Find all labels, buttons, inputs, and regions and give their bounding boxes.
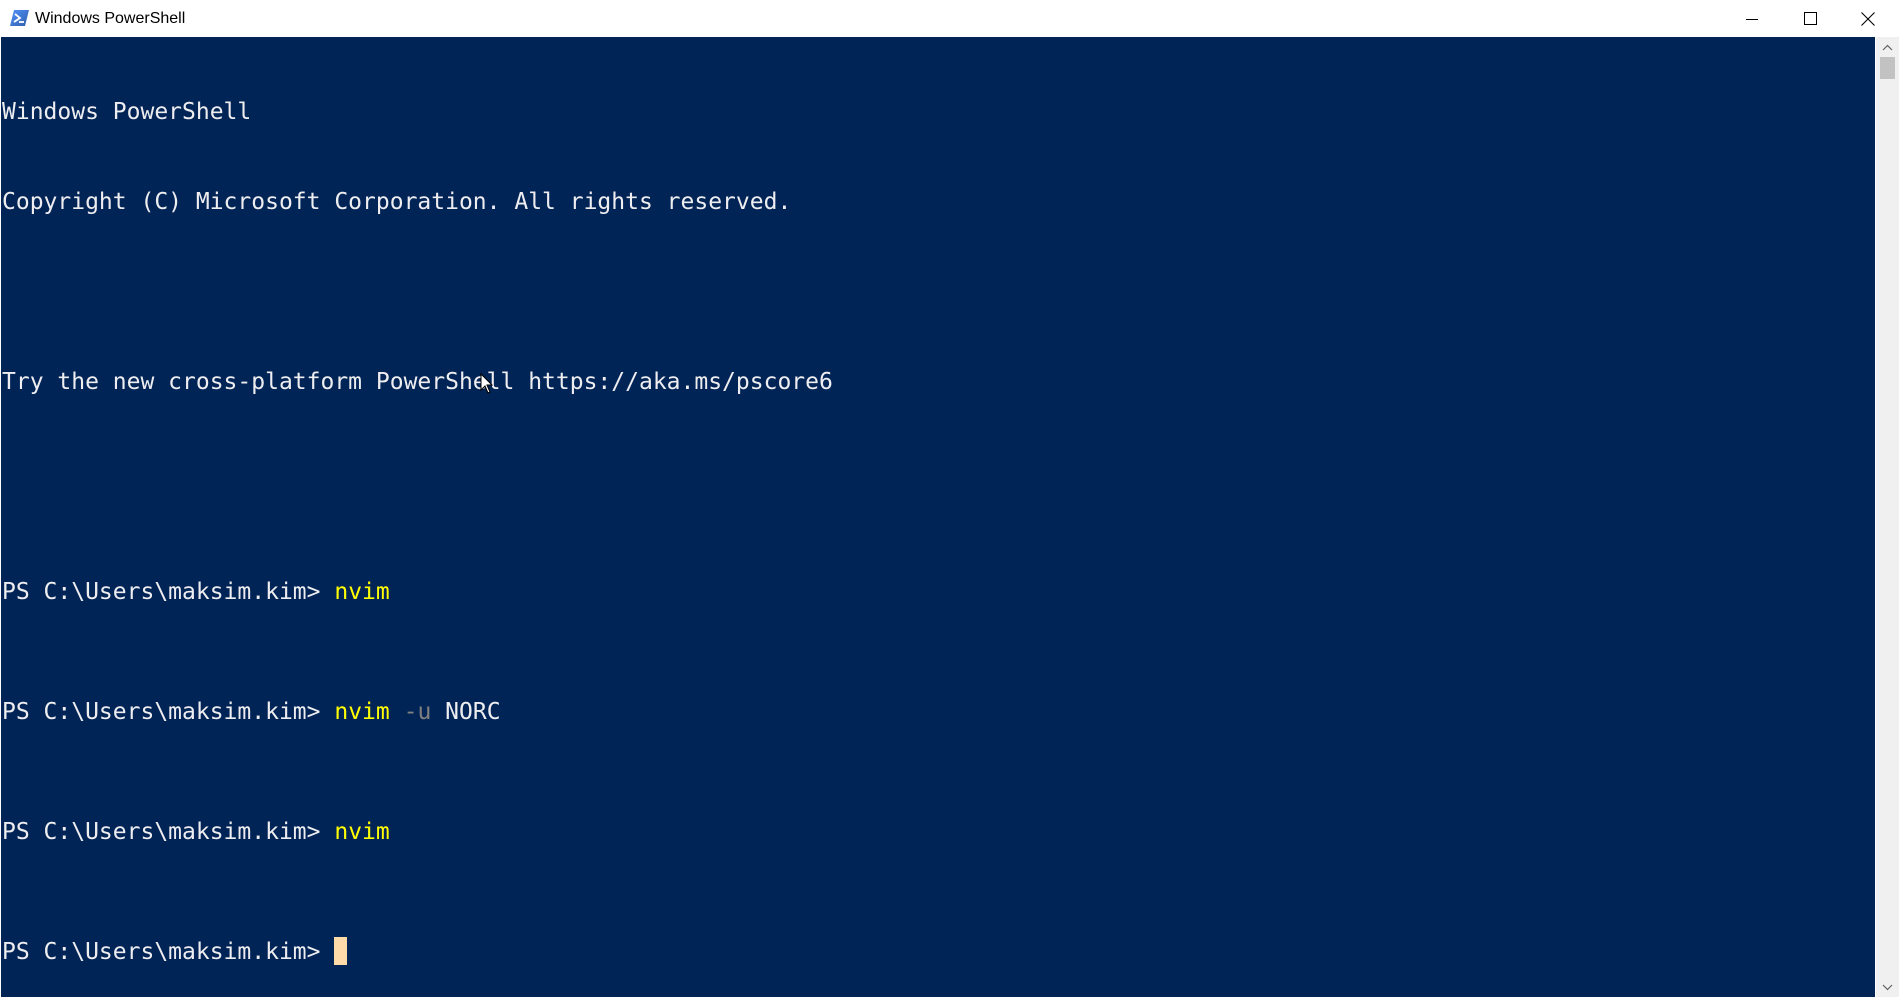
console-output: Windows PowerShell Copyright (C) Microso…	[2, 37, 833, 997]
parameter: -u	[403, 699, 432, 725]
vertical-scrollbar[interactable]	[1876, 37, 1899, 997]
console-area[interactable]: Windows PowerShell Copyright (C) Microso…	[1, 37, 1875, 997]
scroll-down-button[interactable]	[1876, 977, 1899, 997]
command: nvim	[334, 579, 390, 605]
prompt: PS C:\Users\maksim.kim>	[2, 579, 335, 605]
prompt: PS C:\Users\maksim.kim>	[2, 939, 335, 965]
argument: NORC	[445, 699, 501, 725]
history-line: PS C:\Users\maksim.kim> nvim -u NORC	[2, 697, 833, 727]
maximize-icon	[1803, 12, 1817, 25]
scroll-up-arrow-icon	[1882, 38, 1893, 56]
powershell-window: Windows PowerShell Windows PowerShell Co…	[0, 0, 1899, 999]
pscore-hint-line: Try the new cross-platform PowerShell ht…	[2, 369, 833, 395]
history-line: PS C:\Users\maksim.kim> nvim	[2, 577, 833, 607]
prompt: PS C:\Users\maksim.kim>	[2, 819, 335, 845]
close-button[interactable]	[1839, 0, 1897, 37]
history-line: PS C:\Users\maksim.kim> nvim	[2, 817, 833, 847]
title-bar[interactable]: Windows PowerShell	[0, 0, 1899, 37]
powershell-icon[interactable]	[10, 9, 29, 27]
banner-line: Windows PowerShell	[2, 99, 252, 125]
text-cursor	[334, 937, 348, 965]
prompt: PS C:\Users\maksim.kim>	[2, 699, 335, 725]
command: nvim	[334, 699, 390, 725]
close-icon	[1861, 11, 1875, 26]
mouse-pointer-icon	[480, 372, 494, 395]
scroll-down-arrow-icon	[1882, 978, 1893, 996]
minimize-icon	[1746, 13, 1758, 25]
scroll-up-button[interactable]	[1876, 37, 1899, 57]
maximize-button[interactable]	[1781, 0, 1839, 37]
copyright-line: Copyright (C) Microsoft Corporation. All…	[2, 189, 792, 215]
window-title: Windows PowerShell	[35, 10, 186, 27]
minimize-button[interactable]	[1723, 0, 1781, 37]
scroll-thumb[interactable]	[1880, 57, 1895, 79]
current-input-line[interactable]: PS C:\Users\maksim.kim>	[2, 937, 833, 967]
command: nvim	[334, 819, 390, 845]
